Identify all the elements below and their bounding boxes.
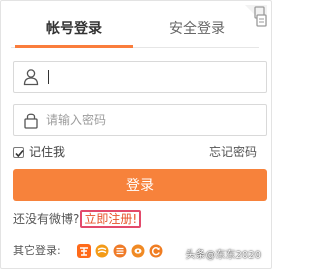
tab-secure-login[interactable]: 安全登录 (139, 17, 255, 47)
user-icon (23, 68, 39, 86)
login-button[interactable]: 登录 (13, 169, 267, 201)
forgot-password-link[interactable]: 忘记密码 (209, 145, 257, 160)
password-input[interactable] (46, 108, 256, 132)
other-login-label: 其它登录: (13, 244, 61, 257)
login-panel: 帐号登录 安全登录 记住我 忘记密码 登录 还没有微博? 立即注册! 其它登录:… (0, 0, 272, 269)
remember-label: 记住我 (29, 145, 66, 159)
register-link[interactable]: 立即注册! (80, 210, 142, 228)
register-row: 还没有微博? 立即注册! (13, 210, 142, 228)
refresh-icon[interactable] (149, 243, 163, 258)
lock-icon (23, 111, 39, 129)
tab-account-login[interactable]: 帐号登录 (15, 17, 133, 48)
text-cursor (48, 70, 49, 84)
sina-icon[interactable] (113, 243, 127, 258)
cmcc-icon[interactable] (95, 243, 109, 258)
login-tabs: 帐号登录 安全登录 (11, 13, 259, 48)
taobao-icon[interactable] (77, 243, 91, 258)
register-question: 还没有微博? (13, 212, 80, 226)
watermark: 头条@东东2020 (185, 250, 261, 261)
remember-checkbox[interactable] (13, 147, 24, 158)
password-field[interactable] (13, 104, 267, 136)
username-field[interactable] (13, 61, 267, 93)
wangwang-icon[interactable] (131, 243, 145, 258)
username-input[interactable] (46, 65, 256, 89)
